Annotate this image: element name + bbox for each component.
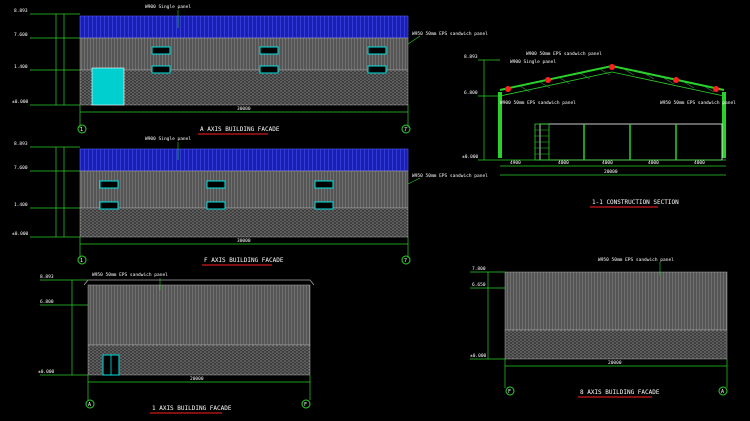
- level-label: ±0.000: [12, 231, 29, 237]
- bay-dimension: 4000: [694, 160, 705, 166]
- facade-title: A AXIS BUILDING FACADE: [200, 126, 280, 133]
- window: [259, 65, 279, 74]
- brick-base: [79, 69, 409, 106]
- wall-note: W950 50mm EPS sandwich panel: [598, 257, 674, 263]
- level-label: 7.600: [14, 32, 28, 38]
- bay-dimension: 4900: [510, 160, 521, 166]
- section-note: W900 50mm EPS sandwich panel: [500, 100, 576, 106]
- window: [367, 46, 387, 55]
- grid-label: 7: [404, 127, 407, 133]
- wall-panel: [87, 284, 311, 346]
- overall-dimension: 30000: [237, 238, 251, 244]
- joint-marker: [713, 86, 719, 92]
- window: [206, 180, 226, 189]
- bay-dimension: 4000: [558, 160, 569, 166]
- grid-label: A: [721, 389, 724, 395]
- joint-marker: [545, 77, 551, 83]
- level-label: 1.400: [14, 202, 28, 208]
- roof-panel: [79, 15, 409, 39]
- window: [151, 46, 171, 55]
- joint-marker: [609, 64, 615, 70]
- section-dims: [478, 59, 726, 176]
- window: [259, 46, 279, 55]
- grid-label: A: [88, 402, 91, 408]
- facade-title: 1 AXIS BUILDING FACADE: [152, 405, 232, 412]
- level-label: 8.893: [14, 8, 28, 14]
- level-label: 8.893: [40, 274, 54, 280]
- grid-label: F: [304, 402, 307, 408]
- window: [99, 180, 119, 189]
- wall-panel: [79, 170, 409, 209]
- brick-base: [504, 329, 728, 360]
- roof-truss-bottom: [499, 71, 725, 97]
- construction-section: W900 50mm EPS sandwich panel W900 Single…: [462, 51, 736, 208]
- section-note: W900 50mm EPS sandwich panel: [526, 51, 602, 57]
- level-label: ±0.000: [38, 369, 55, 375]
- section-title: 1-1 CONSTRUCTION SECTION: [592, 199, 679, 206]
- window: [314, 180, 334, 189]
- level-label: 1.400: [14, 64, 28, 70]
- interior-bays: [583, 124, 677, 160]
- joint-marker: [673, 77, 679, 83]
- level-label: 6.650: [472, 282, 486, 288]
- level-label: 6.800: [464, 90, 478, 96]
- bay-frame: [539, 123, 723, 161]
- overall-dimension: 20000: [190, 376, 204, 382]
- facade-title: 8 AXIS BUILDING FACADE: [580, 389, 660, 396]
- wall-panel: [79, 37, 409, 71]
- roof-panel: [79, 148, 409, 172]
- level-label: ±0.000: [12, 99, 29, 105]
- grid-label: F: [508, 389, 511, 395]
- roll-up-door[interactable]: [91, 67, 125, 106]
- window: [314, 201, 334, 210]
- window: [206, 201, 226, 210]
- parapet: [83, 279, 315, 286]
- bay-dimension: 4000: [648, 160, 659, 166]
- wall-note: W950 50mm EPS sandwich panel: [412, 31, 488, 37]
- brick-base: [79, 207, 409, 238]
- level-label: 7.800: [472, 266, 486, 272]
- level-label: 8.893: [464, 54, 478, 60]
- window: [151, 65, 171, 74]
- wall-note: W950 50mm EPS sandwich panel: [92, 272, 168, 278]
- section-note: W950 50mm EPS sandwich panel: [660, 100, 736, 106]
- window: [99, 201, 119, 210]
- axis-1-facade: W950 50mm EPS sandwich panel 8.893 6.800…: [38, 272, 315, 414]
- wall-note: W950 50mm EPS sandwich panel: [412, 173, 488, 179]
- f-axis-facade: W900 Single panel W950 50mm EPS sandwich…: [12, 136, 488, 266]
- grid-label: 1: [80, 127, 83, 133]
- level-label: 8.893: [14, 141, 28, 147]
- level-label: ±0.000: [462, 154, 479, 160]
- overall-dimension: 20000: [608, 360, 622, 366]
- bay-dimension: 4000: [602, 160, 613, 166]
- overall-dimension: 30000: [237, 106, 251, 112]
- wall-panel: [504, 271, 728, 331]
- axis-8-facade: W950 50mm EPS sandwich panel 7.800 6.650…: [470, 257, 728, 398]
- cad-drawing-canvas: W900 Single panel W950 50mm EPS sandwich…: [12, 4, 736, 414]
- a-axis-facade: W900 Single panel W950 50mm EPS sandwich…: [12, 4, 488, 135]
- grid-label: 7: [404, 258, 407, 264]
- roof-note: W900 Single panel: [145, 136, 191, 142]
- stair-treads: [535, 129, 549, 155]
- level-label: 6.800: [40, 299, 54, 305]
- roof-note: W900 Single panel: [145, 4, 191, 10]
- facade-title: F AXIS BUILDING FACADE: [204, 257, 284, 264]
- window: [367, 65, 387, 74]
- level-label: 7.600: [14, 165, 28, 171]
- grid-label: 1: [80, 258, 83, 264]
- level-label: ±0.000: [470, 353, 487, 359]
- section-note: W900 Single panel: [510, 59, 556, 65]
- brick-base: [87, 344, 311, 376]
- overall-dimension: 20000: [604, 169, 618, 175]
- joint-marker: [505, 86, 511, 92]
